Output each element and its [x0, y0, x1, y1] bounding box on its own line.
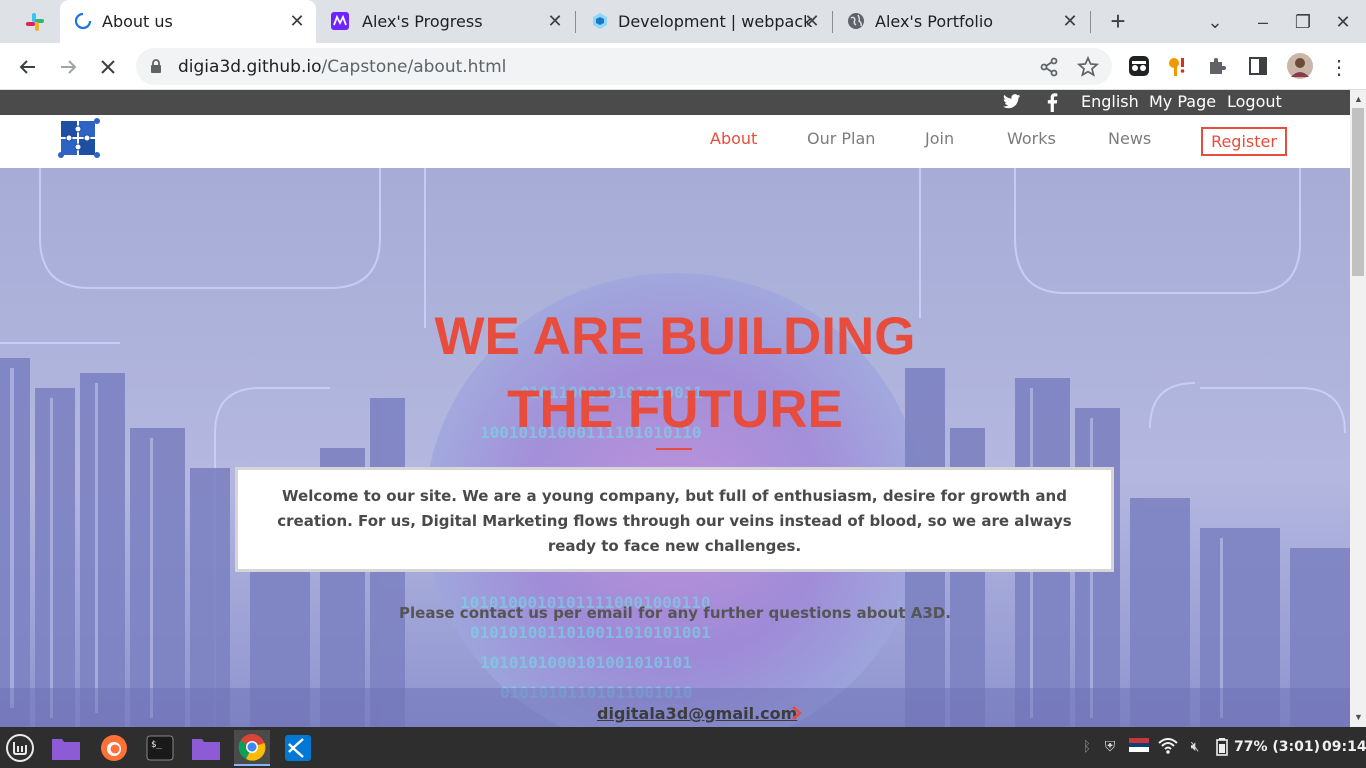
language-link[interactable]: English [1081, 92, 1139, 111]
tab-alexs-portfolio[interactable]: Alex's Portfolio ✕ [833, 0, 1089, 43]
os-taskbar: $_ ᛒ ⛨ 🔇︎ 77% (3:01) 09:14 [0, 727, 1366, 768]
bluetooth-icon[interactable]: ᛒ [1077, 738, 1097, 758]
facebook-icon[interactable] [1046, 93, 1058, 112]
nav-join[interactable]: Join [925, 129, 954, 148]
webpack-icon [593, 13, 607, 29]
web-page-viewport: English My Page Logout About Our Plan Jo… [0, 90, 1350, 727]
volume-muted-icon[interactable]: 🔇︎ [1185, 738, 1205, 758]
mint-menu-button[interactable] [4, 732, 36, 764]
contact-text: Please contact us per email for any furt… [399, 604, 951, 622]
welcome-message-box: Welcome to our site. We are a young comp… [235, 467, 1114, 572]
email-link[interactable]: digitala3d@gmail.com [597, 704, 797, 723]
taskbar-files-2-button[interactable] [190, 732, 222, 764]
hero-section: 0101100010101010011 10010101000111101010… [0, 168, 1350, 727]
nav-our-plan[interactable]: Our Plan [807, 129, 875, 148]
svg-text:0101010011010011010101001: 0101010011010011010101001 [470, 623, 711, 642]
tab-title: Development | webpack [618, 12, 813, 31]
taskbar-firefox-button[interactable] [98, 732, 130, 764]
extensions-puzzle-icon[interactable] [1206, 54, 1230, 78]
a3d-puzzle-logo[interactable] [55, 115, 103, 163]
nav-about[interactable]: About [710, 129, 757, 148]
slack-icon[interactable] [24, 11, 46, 33]
page-scrollbar[interactable]: ▲ ▼ [1350, 90, 1366, 727]
site-topbar: English My Page Logout [0, 90, 1350, 115]
chrome-menu-icon[interactable]: ⋮ [1325, 53, 1353, 81]
battery-status[interactable]: 77% (3:01) [1234, 739, 1320, 755]
close-window-icon[interactable]: ✕ [1331, 10, 1355, 34]
welcome-text: Welcome to our site. We are a young comp… [277, 487, 1072, 555]
browser-toolbar: digia3d.github.io/Capstone/about.html ⋮ [0, 43, 1366, 90]
tab-about-us[interactable]: About us ✕ [60, 0, 316, 43]
stop-icon [101, 60, 115, 74]
close-tab-icon[interactable]: ✕ [801, 10, 823, 32]
url-host: digia3d.github.io [178, 57, 322, 77]
wifi-icon[interactable] [1158, 738, 1178, 758]
firefox-icon [101, 735, 127, 761]
svg-text:$_: $_ [151, 740, 162, 750]
svg-text:1010101000101001010101: 1010101000101001010101 [480, 653, 692, 672]
tab-alexs-progress[interactable]: Alex's Progress ✕ [316, 0, 574, 43]
close-tab-icon[interactable]: ✕ [544, 10, 566, 32]
forward-arrow-icon [61, 60, 77, 74]
nav-news[interactable]: News [1108, 129, 1151, 148]
side-panel-icon[interactable] [1246, 54, 1270, 78]
folder-icon [192, 739, 220, 760]
forward-button[interactable] [54, 53, 82, 81]
twitter-icon[interactable] [1003, 94, 1021, 109]
tab-search-icon[interactable]: ⌄ [1203, 10, 1227, 34]
headline-divider [656, 448, 692, 450]
new-tab-button[interactable]: + [1106, 8, 1130, 34]
minimize-icon[interactable]: – [1251, 10, 1275, 34]
nav-works[interactable]: Works [1007, 129, 1056, 148]
logout-link[interactable]: Logout [1227, 92, 1282, 111]
profile-avatar-icon[interactable] [1286, 52, 1314, 80]
folder-icon [52, 739, 80, 760]
lock-icon[interactable] [150, 59, 162, 74]
taskbar-files-button[interactable] [50, 732, 82, 764]
my-page-link[interactable]: My Page [1149, 92, 1216, 111]
stop-loading-button[interactable] [94, 53, 122, 81]
back-arrow-icon [19, 60, 35, 74]
shield-icon[interactable]: ⛨ [1100, 738, 1120, 758]
keyboard-layout-icon[interactable] [1129, 738, 1149, 758]
bookmark-star-icon[interactable] [1077, 56, 1099, 78]
tab-title: About us [102, 12, 173, 31]
chevron-right-icon[interactable] [790, 705, 804, 721]
vscode-icon [285, 735, 311, 761]
terminal-icon: $_ [146, 735, 174, 761]
taskbar-terminal-button[interactable]: $_ [144, 732, 176, 764]
microverse-icon [331, 12, 349, 30]
back-button[interactable] [14, 53, 42, 81]
address-bar[interactable]: digia3d.github.io/Capstone/about.html [136, 48, 1112, 85]
globe-icon [848, 13, 864, 29]
close-tab-icon[interactable]: ✕ [1059, 10, 1081, 32]
share-icon[interactable] [1038, 56, 1060, 78]
incognito-extension-icon[interactable] [1127, 54, 1151, 78]
linux-mint-icon [6, 734, 34, 762]
scroll-thumb[interactable] [1352, 108, 1364, 276]
battery-icon[interactable] [1212, 738, 1232, 758]
register-button[interactable]: Register [1201, 127, 1287, 156]
url-path: /Capstone/about.html [321, 57, 507, 77]
tab-title: Alex's Progress [362, 12, 483, 31]
tab-title: Alex's Portfolio [875, 12, 994, 31]
scroll-up-arrow-icon[interactable]: ▲ [1354, 94, 1363, 104]
loading-spinner-icon [74, 12, 92, 30]
taskbar-vscode-button[interactable] [282, 732, 314, 764]
tab-development-webpack[interactable]: Development | webpack ✕ [576, 0, 832, 43]
url-text[interactable]: digia3d.github.io/Capstone/about.html [178, 57, 506, 77]
headline-line-2: THE FUTURE [507, 380, 843, 439]
key-extension-icon[interactable] [1166, 54, 1190, 78]
hero-headline: WE ARE BUILDING THE FUTURE [275, 300, 1075, 446]
site-navbar: About Our Plan Join Works News Register [0, 115, 1350, 168]
restore-icon[interactable]: ❐ [1291, 10, 1315, 34]
chrome-icon [238, 734, 266, 761]
scroll-down-arrow-icon[interactable]: ▼ [1354, 712, 1363, 722]
tab-strip: About us ✕ Alex's Progress ✕ Development… [0, 0, 1366, 43]
taskbar-chrome-button[interactable] [234, 730, 270, 766]
close-tab-icon[interactable]: ✕ [286, 10, 308, 32]
headline-line-1: WE ARE BUILDING [434, 307, 916, 366]
clock[interactable]: 09:14 [1322, 739, 1366, 755]
